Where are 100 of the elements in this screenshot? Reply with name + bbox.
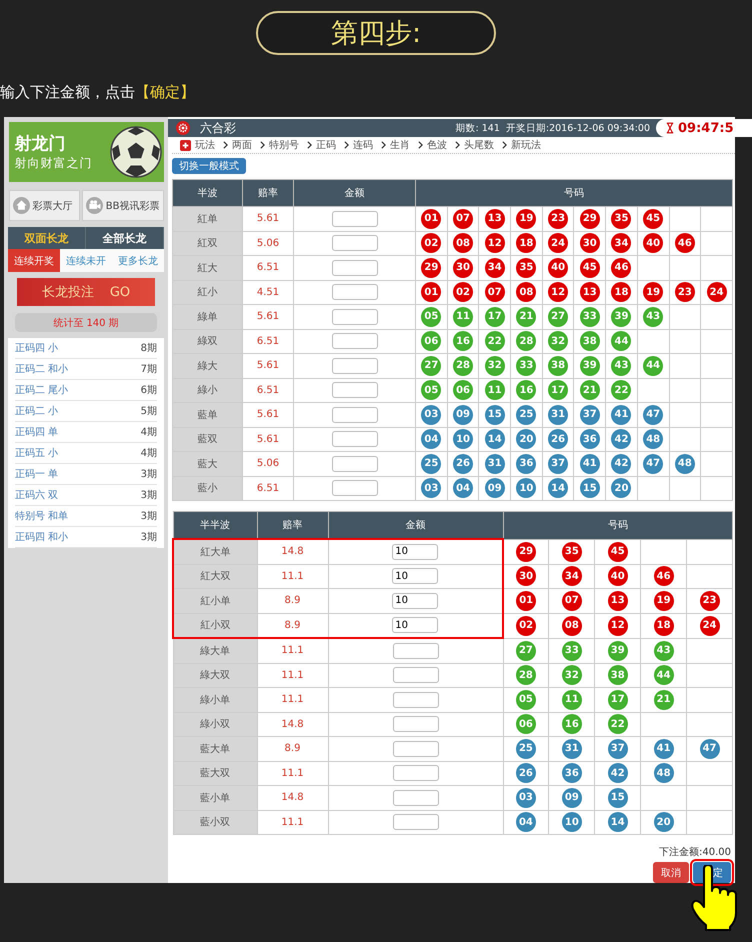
nav-link[interactable]: 生肖	[390, 138, 410, 152]
number-ball[interactable]: 26	[548, 429, 568, 450]
amount-field[interactable]	[392, 765, 438, 782]
number-ball[interactable]: 31	[484, 454, 505, 474]
number-ball[interactable]: 36	[580, 429, 600, 450]
number-ball[interactable]: 29	[580, 208, 600, 229]
number-ball[interactable]: 34	[484, 258, 505, 278]
number-ball[interactable]: 19	[654, 590, 674, 611]
number-ball[interactable]: 10	[562, 812, 582, 832]
number-ball[interactable]: 27	[548, 306, 568, 327]
number-ball[interactable]: 48	[643, 429, 664, 450]
number-ball[interactable]: 06	[516, 714, 536, 734]
number-ball[interactable]: 01	[421, 208, 442, 229]
number-ball[interactable]: 19	[643, 282, 664, 302]
number-ball[interactable]: 06	[421, 331, 442, 352]
number-ball[interactable]: 09	[484, 478, 505, 498]
number-ball[interactable]: 34	[562, 566, 582, 586]
number-ball[interactable]: 18	[516, 233, 536, 254]
number-ball[interactable]: 27	[421, 356, 442, 376]
number-ball[interactable]: 46	[611, 258, 632, 278]
number-ball[interactable]: 45	[580, 258, 600, 278]
number-ball[interactable]: 35	[516, 258, 536, 278]
number-ball[interactable]: 30	[453, 258, 474, 278]
number-ball[interactable]: 15	[580, 478, 600, 498]
number-ball[interactable]: 32	[562, 665, 582, 686]
number-ball[interactable]: 41	[611, 404, 632, 425]
number-ball[interactable]: 03	[421, 404, 442, 425]
number-ball[interactable]: 13	[608, 590, 628, 611]
number-ball[interactable]: 27	[516, 640, 536, 660]
number-ball[interactable]: 45	[643, 208, 664, 229]
number-ball[interactable]: 33	[580, 306, 600, 327]
number-ball[interactable]: 28	[516, 665, 536, 686]
amount-field[interactable]	[392, 740, 438, 757]
number-ball[interactable]: 26	[453, 454, 474, 474]
number-ball[interactable]: 42	[608, 763, 628, 784]
amount-field[interactable]	[332, 210, 378, 227]
number-ball[interactable]: 46	[674, 233, 695, 254]
number-ball[interactable]: 44	[643, 356, 664, 376]
number-ball[interactable]: 13	[580, 282, 600, 302]
number-ball[interactable]: 25	[421, 454, 442, 474]
number-ball[interactable]: 18	[611, 282, 632, 302]
number-ball[interactable]: 31	[562, 738, 582, 759]
number-ball[interactable]: 36	[516, 454, 536, 474]
amount-field[interactable]	[332, 480, 378, 496]
sidebar-subtab[interactable]: 连续开奖	[8, 249, 60, 272]
amount-field[interactable]	[332, 382, 378, 398]
amount-field[interactable]	[332, 235, 378, 252]
nav-link[interactable]: 头尾数	[464, 138, 494, 152]
number-ball[interactable]: 21	[580, 380, 600, 400]
amount-field[interactable]: 10	[392, 592, 438, 609]
number-ball[interactable]: 05	[421, 306, 442, 327]
number-ball[interactable]: 02	[453, 282, 474, 302]
number-ball[interactable]: 11	[484, 380, 505, 400]
nav-link[interactable]: 特别号	[269, 138, 299, 152]
number-ball[interactable]: 47	[643, 404, 664, 425]
number-ball[interactable]: 12	[548, 282, 568, 302]
number-ball[interactable]: 07	[562, 590, 582, 611]
number-ball[interactable]: 14	[484, 429, 505, 450]
number-ball[interactable]: 11	[453, 306, 474, 327]
nav-link[interactable]: 玩法	[195, 138, 215, 152]
number-ball[interactable]: 21	[654, 690, 674, 710]
number-ball[interactable]: 20	[516, 429, 536, 450]
cancel-button[interactable]: 取消	[653, 862, 689, 883]
nav-link[interactable]: 两面	[232, 138, 252, 152]
number-ball[interactable]: 10	[516, 478, 536, 498]
number-ball[interactable]: 07	[484, 282, 505, 302]
number-ball[interactable]: 39	[580, 356, 600, 376]
number-ball[interactable]: 42	[611, 429, 632, 450]
number-ball[interactable]: 28	[453, 356, 474, 376]
number-ball[interactable]: 23	[700, 590, 720, 611]
nav-link[interactable]: 新玩法	[511, 138, 541, 152]
number-ball[interactable]: 03	[421, 478, 442, 498]
nav-link[interactable]: 正码	[316, 138, 336, 152]
number-ball[interactable]: 43	[643, 306, 664, 327]
number-ball[interactable]: 48	[674, 454, 695, 474]
number-ball[interactable]: 39	[611, 306, 632, 327]
number-ball[interactable]: 15	[608, 788, 628, 808]
number-ball[interactable]: 41	[580, 454, 600, 474]
nav-link[interactable]: 连码	[353, 138, 373, 152]
amount-field[interactable]	[332, 406, 378, 423]
number-ball[interactable]: 35	[611, 208, 632, 229]
number-ball[interactable]: 08	[562, 616, 582, 636]
number-ball[interactable]: 23	[674, 282, 695, 302]
number-ball[interactable]: 23	[548, 208, 568, 229]
number-ball[interactable]: 17	[548, 380, 568, 400]
number-ball[interactable]: 24	[706, 282, 727, 302]
number-ball[interactable]: 30	[580, 233, 600, 254]
promo-banner[interactable]: 长龙投注 GO	[17, 278, 155, 306]
number-ball[interactable]: 32	[548, 331, 568, 352]
number-ball[interactable]: 04	[421, 429, 442, 450]
amount-field[interactable]: 10	[392, 544, 438, 560]
number-ball[interactable]: 40	[548, 258, 568, 278]
amount-field[interactable]	[392, 642, 438, 659]
number-ball[interactable]: 18	[654, 616, 674, 636]
number-ball[interactable]: 08	[516, 282, 536, 302]
amount-field[interactable]	[332, 431, 378, 448]
number-ball[interactable]: 12	[484, 233, 505, 254]
amount-field[interactable]	[332, 358, 378, 374]
number-ball[interactable]: 17	[608, 690, 628, 710]
number-ball[interactable]: 16	[562, 714, 582, 734]
